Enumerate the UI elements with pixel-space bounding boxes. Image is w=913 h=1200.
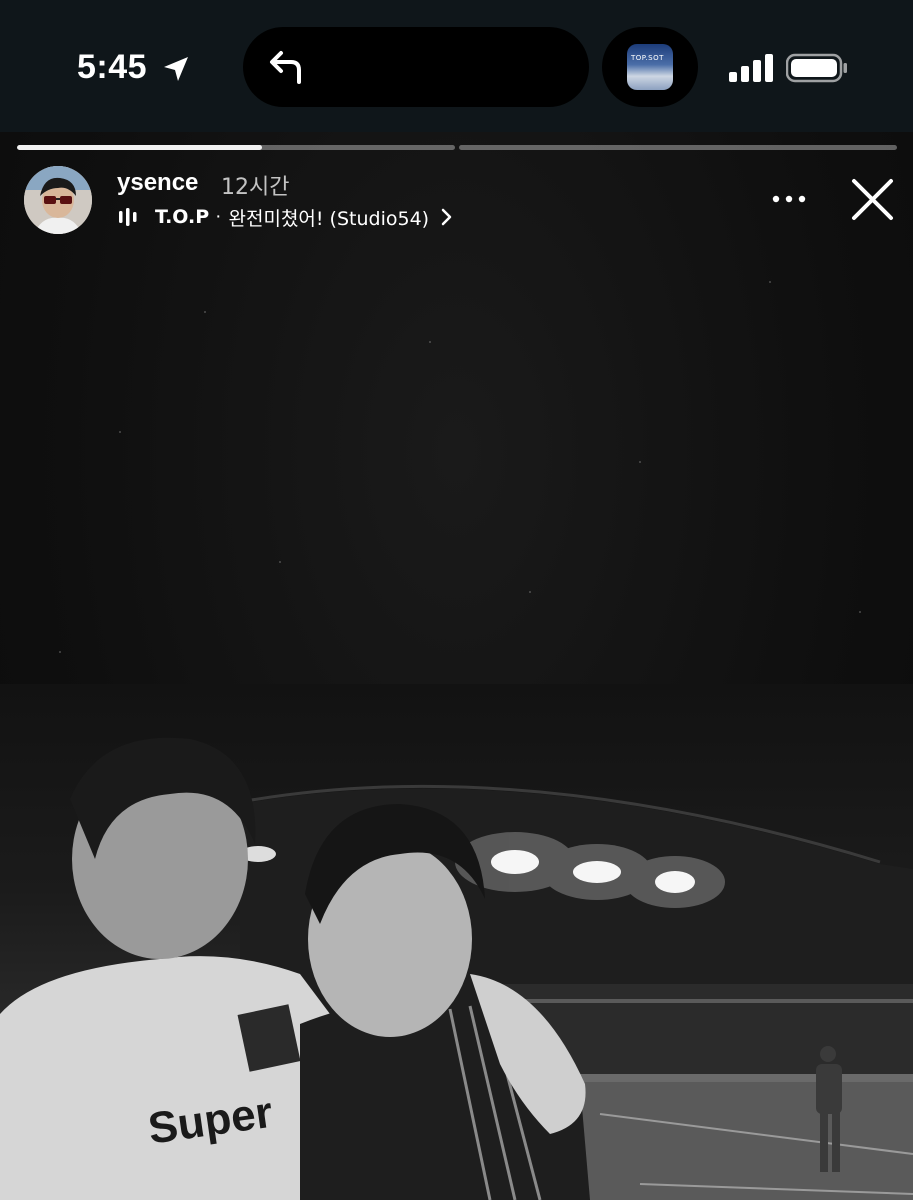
battery-icon xyxy=(786,53,847,83)
avatar-image xyxy=(24,166,92,234)
chevron-right-icon xyxy=(441,208,452,226)
stadium-photo-illustration: Super xyxy=(0,737,913,1200)
app-thumbnail-text: TOP.SOT xyxy=(631,54,664,62)
music-separator: · xyxy=(215,206,222,227)
avatar[interactable] xyxy=(24,166,92,234)
music-attribution[interactable]: T.O.P · 완전미쳤어! (Studio54) xyxy=(118,204,453,230)
dynamic-island-app[interactable]: TOP.SOT xyxy=(602,27,698,107)
back-arrow-icon[interactable] xyxy=(269,49,307,85)
audio-bars-icon xyxy=(119,208,137,226)
story-photo: Super xyxy=(0,684,913,1200)
dynamic-island[interactable] xyxy=(243,27,589,107)
music-song-title: 완전미쳤어! (Studio54) xyxy=(228,207,430,230)
story-username[interactable]: ysence xyxy=(117,169,198,197)
story-progress-fill-1 xyxy=(17,145,263,150)
app-thumbnail[interactable]: TOP.SOT xyxy=(627,44,673,90)
status-bar: 5:45 TOP.SOT xyxy=(0,0,913,132)
music-artist: T.O.P xyxy=(155,206,210,228)
status-time: 5:45 xyxy=(77,48,148,86)
story-progress-segment-2 xyxy=(459,145,897,150)
story-progress-segment-1 xyxy=(17,145,455,150)
close-icon[interactable] xyxy=(850,177,895,222)
signal-icon xyxy=(729,54,773,82)
story-time-ago: 12시간 xyxy=(221,175,290,200)
location-arrow-icon xyxy=(164,57,188,81)
more-dots-icon[interactable] xyxy=(770,190,808,208)
